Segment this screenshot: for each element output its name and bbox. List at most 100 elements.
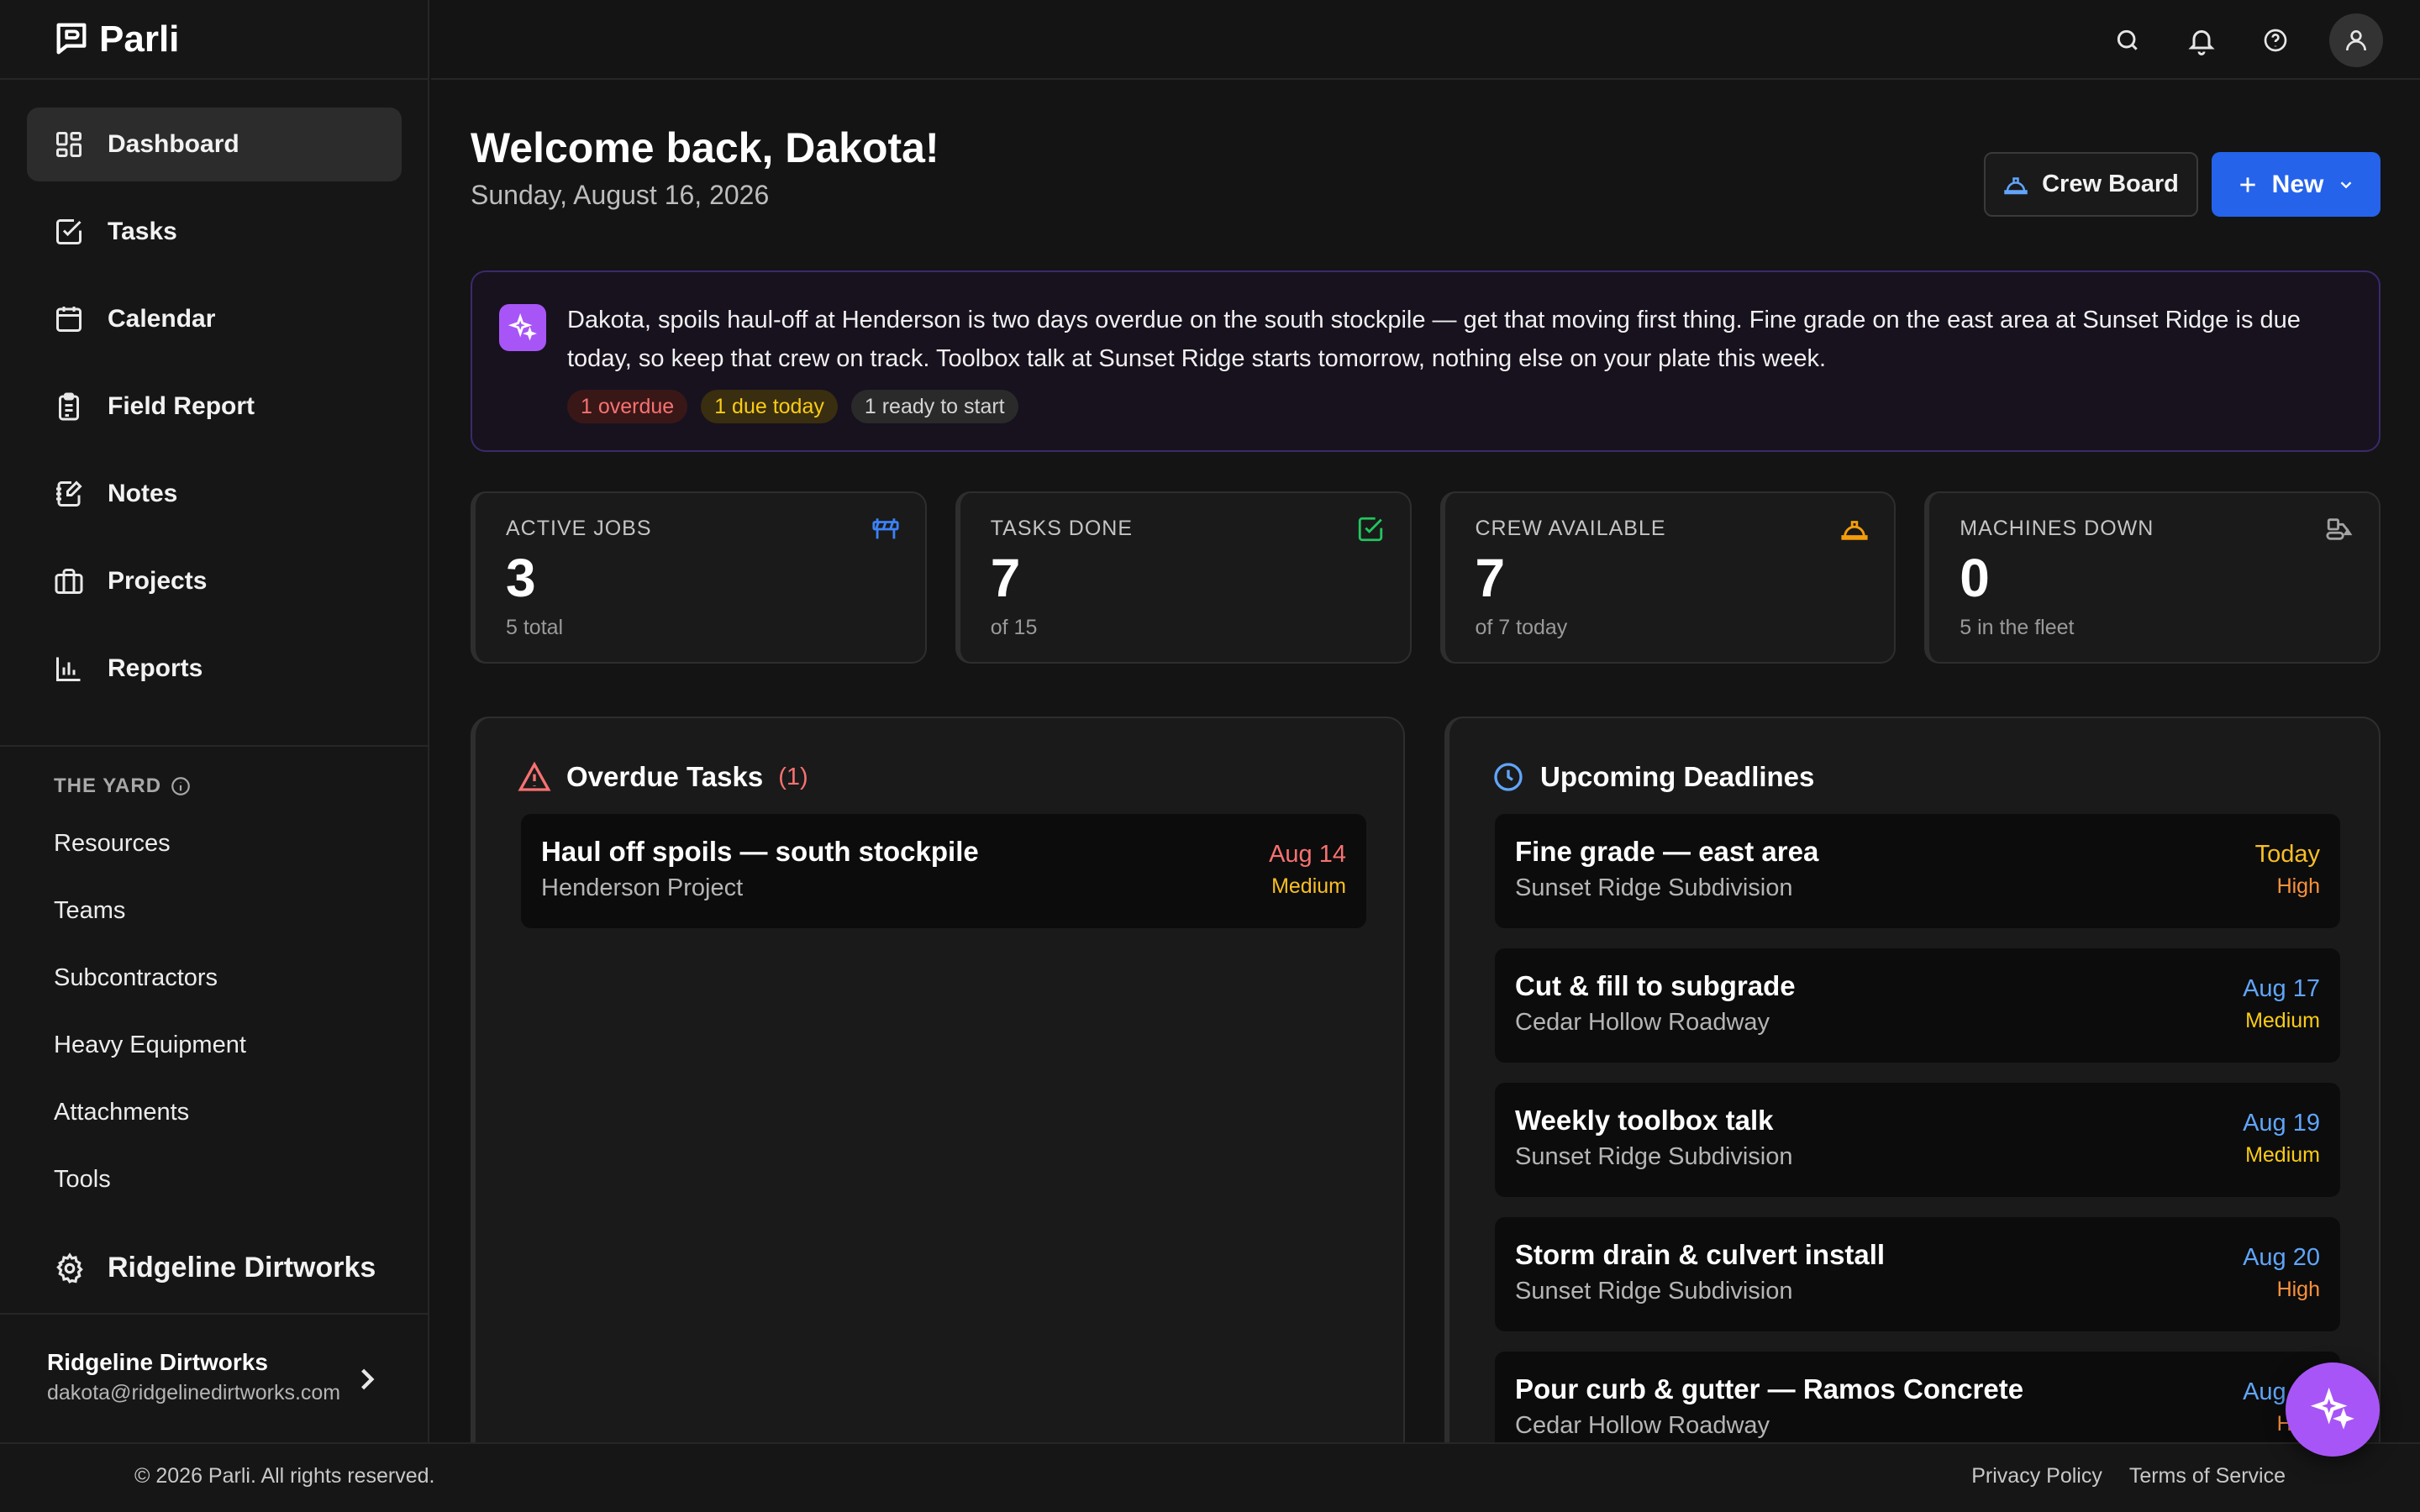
task-due-date: Today: [2254, 841, 2320, 868]
overdue-tasks-panel: Overdue Tasks (1) Haul off spoils — sout…: [471, 717, 1405, 1447]
ai-summary-card: Dakota, spoils haul-off at Henderson is …: [471, 270, 2381, 452]
user-avatar[interactable]: [2329, 13, 2383, 67]
divider: [0, 78, 429, 80]
sidebar-item-field-report[interactable]: Field Report: [27, 370, 402, 444]
app-logo[interactable]: Parli: [52, 18, 179, 60]
chevron-down-icon: [2337, 176, 2355, 194]
overdue-tag[interactable]: 1 overdue: [567, 390, 688, 423]
task-project: Sunset Ridge Subdivision: [1515, 1278, 1793, 1305]
stat-subtext: of 7 today: [1475, 616, 1568, 639]
hard-hat-icon: [1840, 515, 1869, 543]
stat-label: MACHINES DOWN: [1960, 517, 2154, 540]
sidebar-item-notes[interactable]: Notes: [27, 457, 402, 531]
excavator-icon: [2325, 515, 2354, 543]
info-icon[interactable]: [170, 775, 192, 797]
ai-summary-tags: 1 overdue 1 due today 1 ready to start: [567, 390, 1018, 423]
sidebar-item-label: Projects: [108, 567, 208, 595]
task-due-date: Aug 17: [2243, 975, 2320, 1002]
yard-section-header: THE YARD: [54, 774, 192, 798]
task-title: Weekly toolbox talk: [1515, 1105, 1774, 1136]
sidebar-item-tasks[interactable]: Tasks: [27, 195, 402, 269]
task-due-date: Aug 19: [2243, 1110, 2320, 1137]
task-project: Cedar Hollow Roadway: [1515, 1009, 1770, 1036]
due-today-tag[interactable]: 1 due today: [701, 390, 838, 423]
org-settings-link[interactable]: Ridgeline Dirtworks: [54, 1252, 376, 1284]
stat-subtext: 5 total: [506, 616, 564, 639]
ai-summary-text: Dakota, spoils haul-off at Henderson is …: [567, 307, 2301, 372]
task-card[interactable]: Haul off spoils — south stockpile Hender…: [521, 814, 1366, 928]
help-icon[interactable]: [2255, 20, 2296, 60]
sidebar-item-label: Notes: [108, 480, 178, 507]
yard-item-teams[interactable]: Teams: [54, 889, 246, 956]
org-name: Ridgeline Dirtworks: [108, 1252, 376, 1284]
top-bar: [431, 0, 2420, 80]
warning-icon: [518, 760, 551, 794]
overdue-count: (1): [778, 763, 808, 790]
stat-card-active-jobs[interactable]: ACTIVE JOBS 3 5 total: [471, 491, 927, 664]
main-nav: Dashboard Tasks Calendar Field Report No…: [27, 108, 402, 719]
sidebar-item-calendar[interactable]: Calendar: [27, 282, 402, 356]
task-title: Cut & fill to subgrade: [1515, 970, 1796, 1001]
road-barrier-icon: [871, 515, 900, 543]
terms-of-service-link[interactable]: Terms of Service: [2129, 1464, 2286, 1488]
sidebar-item-projects[interactable]: Projects: [27, 544, 402, 618]
calendar-icon: [54, 304, 84, 334]
sparkle-icon: [2311, 1388, 2354, 1431]
yard-item-resources[interactable]: Resources: [54, 822, 246, 889]
dashboard-icon: [54, 129, 84, 160]
task-card[interactable]: Fine grade — east area Sunset Ridge Subd…: [1495, 814, 2340, 928]
task-card[interactable]: Weekly toolbox talk Sunset Ridge Subdivi…: [1495, 1083, 2340, 1197]
account-email: dakota@ridgelinedirtworks.com: [47, 1381, 341, 1404]
task-due-date: Aug 14: [1269, 841, 1346, 868]
yard-list: Resources Teams Subcontractors Heavy Equ…: [54, 822, 246, 1225]
page-date: Sunday, August 16, 2026: [471, 180, 770, 210]
stat-value: 7: [1475, 548, 1506, 608]
sidebar-item-reports[interactable]: Reports: [27, 632, 402, 706]
yard-item-heavy-equipment[interactable]: Heavy Equipment: [54, 1023, 246, 1090]
stat-label: CREW AVAILABLE: [1475, 517, 1666, 540]
divider: [0, 745, 429, 747]
sidebar: Parli Dashboard Tasks Calendar Field Rep…: [0, 0, 429, 1442]
task-project: Henderson Project: [541, 874, 744, 901]
ai-assistant-button[interactable]: [2286, 1362, 2380, 1457]
account-switcher[interactable]: Ridgeline Dirtworks dakota@ridgelinedirt…: [47, 1349, 383, 1405]
sparkle-icon: [499, 304, 546, 351]
task-due-date: Aug 20: [2243, 1244, 2320, 1271]
checkbox-icon: [1356, 515, 1385, 543]
bar-chart-icon: [54, 654, 84, 684]
new-label: New: [2271, 170, 2324, 198]
stat-card-tasks-done[interactable]: TASKS DONE 7 of 15: [955, 491, 1412, 664]
task-priority: Medium: [2245, 1009, 2320, 1032]
task-project: Cedar Hollow Roadway: [1515, 1412, 1770, 1439]
plus-icon: [2237, 174, 2259, 196]
task-project: Sunset Ridge Subdivision: [1515, 874, 1793, 901]
bell-icon[interactable]: [2181, 20, 2222, 60]
search-icon[interactable]: [2107, 20, 2148, 60]
stat-label: TASKS DONE: [990, 517, 1134, 540]
new-button[interactable]: New: [2212, 152, 2381, 217]
sidebar-item-label: Field Report: [108, 392, 255, 420]
stat-value: 7: [990, 548, 1021, 608]
crew-board-button[interactable]: Crew Board: [1984, 152, 2198, 217]
task-card[interactable]: Storm drain & culvert install Sunset Rid…: [1495, 1217, 2340, 1331]
task-card[interactable]: Cut & fill to subgrade Cedar Hollow Road…: [1495, 948, 2340, 1063]
notebook-icon: [54, 479, 84, 509]
copyright: © 2026 Parli. All rights reserved.: [134, 1464, 435, 1488]
sidebar-item-dashboard[interactable]: Dashboard: [27, 108, 402, 181]
chat-bubble-logo-icon: [52, 20, 91, 59]
privacy-policy-link[interactable]: Privacy Policy: [1971, 1464, 2102, 1488]
clipboard-icon: [54, 391, 84, 422]
chevron-right-icon[interactable]: [358, 1364, 376, 1394]
yard-item-subcontractors[interactable]: Subcontractors: [54, 956, 246, 1023]
stat-card-crew-available[interactable]: CREW AVAILABLE 7 of 7 today: [1439, 491, 1897, 664]
task-priority: Medium: [2245, 1143, 2320, 1167]
stat-label: ACTIVE JOBS: [506, 517, 652, 540]
sidebar-item-label: Dashboard: [108, 130, 239, 158]
yard-item-tools[interactable]: Tools: [54, 1158, 246, 1225]
app-name: Parli: [99, 18, 180, 60]
yard-item-attachments[interactable]: Attachments: [54, 1090, 246, 1158]
stat-card-machines-down[interactable]: MACHINES DOWN 0 5 in the fleet: [1924, 491, 2381, 664]
top-actions: [2107, 13, 2383, 67]
ready-to-start-tag[interactable]: 1 ready to start: [850, 390, 1018, 423]
sidebar-item-label: Reports: [108, 654, 203, 682]
